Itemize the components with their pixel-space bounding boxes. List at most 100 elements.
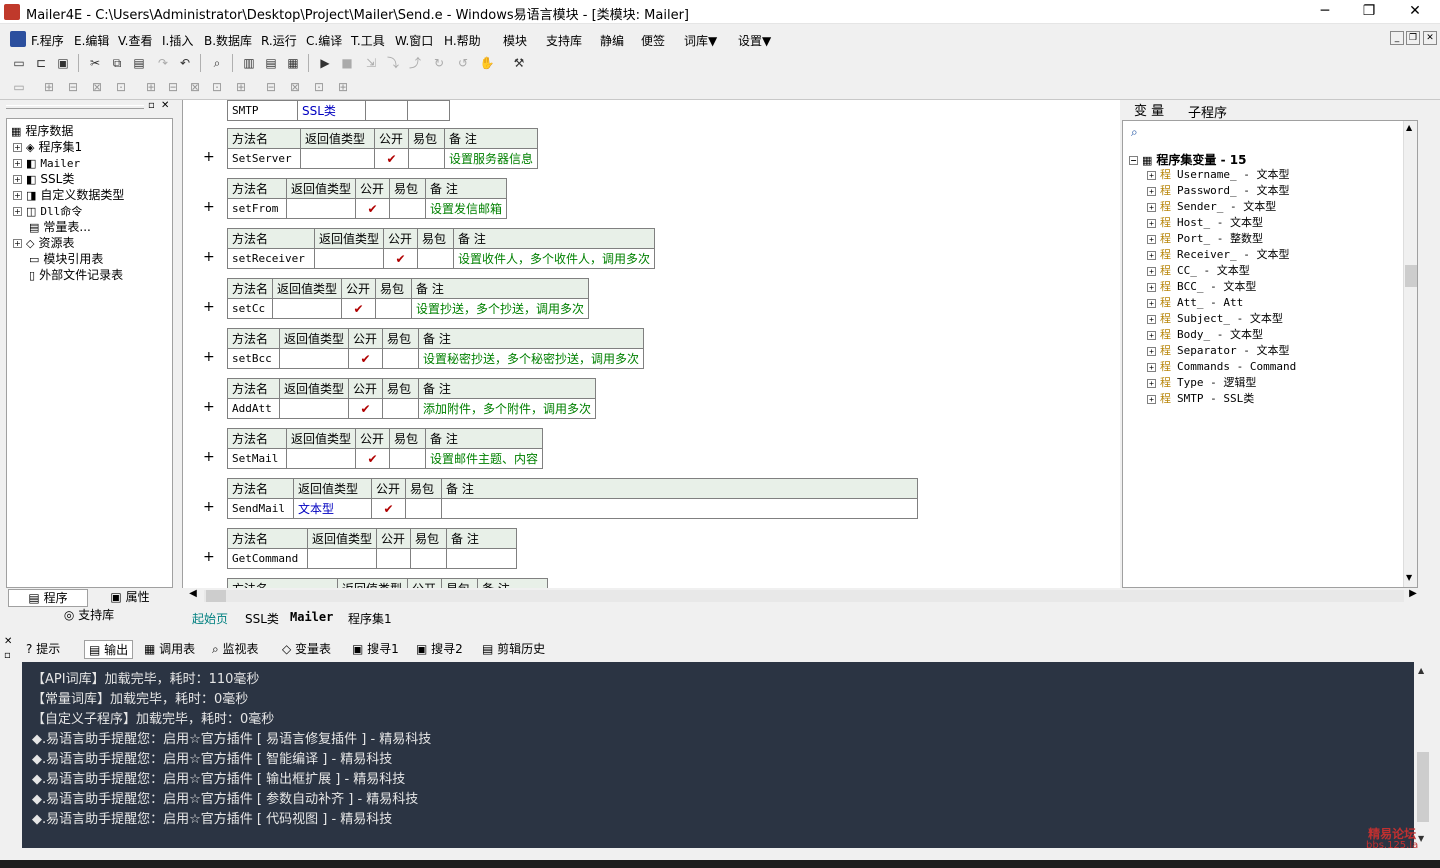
add-method-plus[interactable]: + (203, 249, 215, 265)
tree-item-assembly1[interactable]: + ◈ 程序集1 (13, 139, 82, 155)
open-file-icon[interactable]: ⊏ (32, 54, 50, 72)
menu-static-compile[interactable]: 静编 (600, 32, 624, 49)
doc-tab-mailer[interactable]: Mailer (290, 610, 333, 624)
expand-icon[interactable]: + (1147, 346, 1156, 356)
align-4-icon[interactable]: ⊠ (88, 78, 106, 96)
tab-watch[interactable]: ⌕ 监视表 (212, 640, 259, 657)
menu-tools[interactable]: T.工具 (351, 32, 385, 49)
align-10-icon[interactable]: ⊞ (232, 78, 250, 96)
method-return-type[interactable] (278, 398, 350, 419)
expand-icon[interactable]: + (1147, 314, 1156, 324)
add-method-plus[interactable]: + (203, 399, 215, 415)
menu-database[interactable]: B.数据库 (204, 32, 252, 49)
tree-item-dll[interactable]: + ◫ Dll命令 (13, 203, 82, 219)
method-easy-pack[interactable] (410, 548, 448, 569)
expand-icon[interactable]: + (1147, 362, 1156, 372)
method-return-type[interactable]: 文本型 (293, 498, 372, 519)
method-public-check[interactable]: ✔ (348, 398, 384, 419)
minimize-button[interactable]: ─ (1302, 0, 1348, 24)
var-item[interactable]: + 程 Commands - Command (1147, 359, 1296, 375)
align-6-icon[interactable]: ⊞ (142, 78, 160, 96)
method-return-type[interactable] (313, 248, 385, 269)
search-icon[interactable]: ⌕ (1131, 125, 1138, 140)
tree-item-external-files[interactable]: ▯ 外部文件记录表 (29, 267, 123, 283)
align-1-icon[interactable]: ▭ (10, 78, 28, 96)
method-easy-pack[interactable] (417, 248, 455, 269)
method-easy-pack[interactable] (382, 348, 420, 369)
align-13-icon[interactable]: ⊡ (310, 78, 328, 96)
menu-lexicon[interactable]: 词库▼ (684, 32, 717, 49)
expand-icon[interactable]: + (1147, 170, 1156, 180)
menu-program[interactable]: F.程序 (31, 32, 64, 49)
expand-icon[interactable]: + (1147, 186, 1156, 196)
method-return-type[interactable] (278, 348, 350, 369)
maximize-button[interactable]: ❐ (1346, 0, 1392, 24)
mdi-close-button[interactable]: ✕ (1423, 31, 1437, 45)
align-8-icon[interactable]: ⊠ (186, 78, 204, 96)
method-public-check[interactable]: ✔ (355, 198, 391, 219)
var-tree-root[interactable]: − ▦ 程序集变量 - 15 (1129, 151, 1246, 168)
menu-module[interactable]: 模块 (503, 32, 527, 49)
var-item[interactable]: + 程 CC_ - 文本型 (1147, 263, 1250, 279)
expand-icon[interactable]: + (1147, 378, 1156, 388)
tab-variables-table[interactable]: ◇ 变量表 (282, 640, 331, 657)
expand-icon[interactable]: + (13, 207, 22, 216)
add-method-plus[interactable]: + (203, 199, 215, 215)
var-item[interactable]: + 程 BCC_ - 文本型 (1147, 279, 1256, 295)
var-item[interactable]: + 程 Att_ - Att (1147, 295, 1243, 311)
left-panel-pin-button[interactable]: ▫ (148, 100, 155, 111)
tab-variables[interactable]: 变 量 (1134, 100, 1164, 119)
align-9-icon[interactable]: ⊡ (208, 78, 226, 96)
expand-icon[interactable]: + (1147, 234, 1156, 244)
method-public-check[interactable]: ✔ (371, 498, 406, 519)
paste-icon[interactable]: ▤ (130, 54, 148, 72)
left-tab-properties[interactable]: ▣ 属性 (90, 589, 170, 607)
menu-view[interactable]: V.查看 (118, 32, 152, 49)
step-2-icon[interactable]: ⤵ (384, 54, 402, 72)
output-panel[interactable]: 【API词库】加载完毕，耗时：110毫秒 【常量词库】加载完毕，耗时：0毫秒 【自定… (22, 662, 1432, 848)
method-public-check[interactable] (376, 548, 412, 569)
doc-tab-ssl[interactable]: SSL类 (245, 610, 279, 627)
add-method-plus[interactable]: + (203, 349, 215, 365)
method-note[interactable] (441, 498, 918, 519)
step-1-icon[interactable]: ⇲ (362, 54, 380, 72)
tab-call-table[interactable]: ▦ 调用表 (144, 640, 195, 657)
menu-edit[interactable]: E.编辑 (74, 32, 109, 49)
align-11-icon[interactable]: ⊟ (262, 78, 280, 96)
tab-output[interactable]: ▤ 输出 (84, 640, 134, 659)
var-item[interactable]: + 程 Receiver_ - 文本型 (1147, 247, 1289, 263)
add-method-plus[interactable]: + (203, 499, 215, 515)
tree-item-constants[interactable]: ▤ 常量表... (29, 219, 91, 235)
method-name[interactable]: setBcc (227, 348, 280, 369)
method-name[interactable]: AddAtt (227, 398, 280, 419)
mdi-minimize-button[interactable]: _ (1390, 31, 1404, 45)
expand-icon[interactable]: + (1147, 298, 1156, 308)
method-note[interactable] (446, 548, 518, 569)
run-icon[interactable]: ▶ (316, 54, 334, 72)
bottom-pin-button[interactable]: ▫ (4, 650, 11, 661)
left-panel-close-button[interactable]: ✕ (161, 100, 169, 111)
expand-icon[interactable]: + (13, 175, 22, 184)
method-name[interactable]: GetCommand (227, 548, 308, 569)
method-name[interactable]: setFrom (227, 198, 287, 219)
method-note[interactable]: 设置秘密抄送，多个秘密抄送，调用多次 (418, 348, 645, 369)
step-3-icon[interactable]: ⤴ (406, 54, 424, 72)
step-5-icon[interactable]: ↺ (454, 54, 472, 72)
menu-compile[interactable]: C.编译 (306, 32, 342, 49)
hand-icon[interactable]: ✋ (478, 54, 496, 72)
tab-search2[interactable]: ▣ 搜寻2 (416, 640, 463, 657)
align-12-icon[interactable]: ⊠ (286, 78, 304, 96)
align-3-icon[interactable]: ⊟ (64, 78, 82, 96)
doc-tab-start[interactable]: 起始页 (192, 610, 228, 627)
method-easy-pack[interactable] (382, 398, 420, 419)
align-5-icon[interactable]: ⊡ (112, 78, 130, 96)
plugin-icon[interactable]: ⚒ (510, 54, 528, 72)
method-name[interactable]: setCc (226, 298, 274, 319)
step-4-icon[interactable]: ↻ (430, 54, 448, 72)
undo-icon[interactable]: ↶ (176, 54, 194, 72)
add-method-plus[interactable]: + (203, 299, 215, 315)
redo-icon[interactable]: ↷ (154, 54, 172, 72)
method-public-check[interactable]: ✔ (374, 148, 409, 169)
left-tab-support-lib[interactable]: ◎ 支持库 (8, 607, 170, 625)
method-note[interactable]: 设置邮件主题、内容 (425, 448, 544, 469)
